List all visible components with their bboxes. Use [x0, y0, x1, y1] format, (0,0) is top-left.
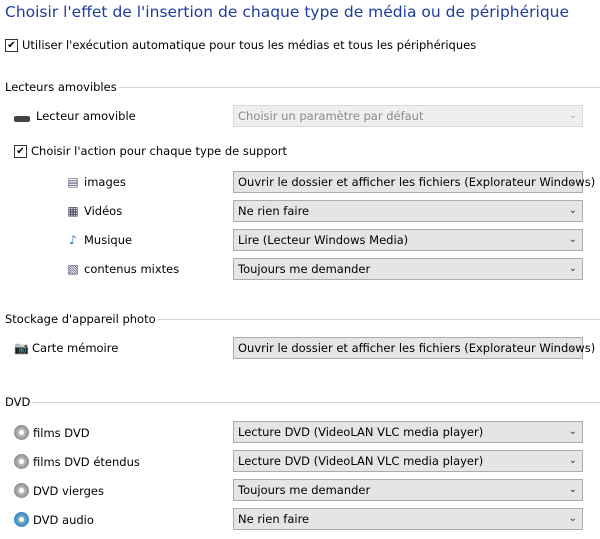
checkbox-checked-icon[interactable]: ✔ [14, 144, 27, 158]
select-value: Toujours me demander [238, 483, 371, 497]
chevron-down-icon: ⌄ [568, 176, 577, 187]
dvd-audio-icon [14, 512, 29, 527]
music-file-icon: ♪ [69, 233, 77, 247]
dvd-movie-icon [14, 454, 29, 469]
removable-drive-select[interactable]: Choisir un paramètre par défaut ⌄ [233, 105, 583, 127]
chevron-down-icon: ⌄ [568, 484, 577, 495]
section-removable: Lecteurs amovibles [5, 80, 600, 94]
media-label: Vidéos [84, 204, 123, 218]
video-file-icon: ▦ [67, 204, 79, 218]
media-label: films DVD étendus [33, 454, 140, 469]
media-label: images [84, 175, 126, 189]
dvd-movie-icon [14, 425, 29, 440]
media-label: films DVD [33, 425, 90, 440]
removable-drive-row: Lecteur amovible [14, 109, 136, 123]
divider [118, 86, 600, 88]
chevron-down-icon: ⌄ [568, 342, 577, 353]
memory-card-action-select[interactable]: Ouvrir le dossier et afficher les fichie… [233, 337, 595, 359]
select-value: Lire (Lecteur Windows Media) [238, 233, 409, 247]
images-action-select[interactable]: Ouvrir le dossier et afficher les fichie… [233, 171, 595, 193]
checkbox-checked-icon[interactable]: ✔ [5, 38, 18, 52]
usb-drive-icon [14, 116, 30, 122]
page-title: Choisir l'effet de l'insertion de chaque… [5, 3, 570, 21]
select-value: Ne rien faire [238, 512, 310, 526]
chevron-down-icon: ⌄ [568, 205, 577, 216]
dvd-blank-action-select[interactable]: Toujours me demander ⌄ [233, 479, 583, 501]
select-value: Choisir un paramètre par défaut [238, 109, 424, 123]
media-row-images: ▤ images [66, 175, 126, 189]
section-heading: Stockage d'appareil photo [5, 312, 156, 326]
dvd-row-films: films DVD [14, 425, 90, 440]
select-value: Lecture DVD (VideoLAN VLC media player) [238, 454, 484, 468]
dvd-films-action-select[interactable]: Lecture DVD (VideoLAN VLC media player) ⌄ [233, 421, 583, 443]
media-label: DVD vierges [33, 483, 104, 498]
videos-action-select[interactable]: Ne rien faire ⌄ [233, 200, 583, 222]
chevron-down-icon: ⌄ [568, 263, 577, 274]
image-file-icon: ▤ [67, 175, 79, 189]
section-heading: DVD [5, 395, 31, 409]
media-label: Carte mémoire [32, 341, 119, 355]
autoplay-checkbox[interactable]: ✔ Utiliser l'exécution automatique pour … [5, 38, 476, 52]
section-dvd: DVD [5, 395, 600, 409]
chevron-down-icon: ⌄ [568, 110, 577, 121]
media-row-videos: ▦ Vidéos [66, 204, 122, 218]
chevron-down-icon: ⌄ [568, 426, 577, 437]
dvd-row-audio: DVD audio [14, 512, 94, 527]
chevron-down-icon: ⌄ [568, 513, 577, 524]
dvd-audio-action-select[interactable]: Ne rien faire ⌄ [233, 508, 583, 530]
dvd-row-enhanced: films DVD étendus [14, 454, 140, 469]
per-type-checkbox[interactable]: ✔ Choisir l'action pour chaque type de s… [14, 144, 287, 158]
mixed-action-select[interactable]: Toujours me demander ⌄ [233, 258, 583, 280]
media-label: Musique [84, 233, 133, 247]
divider [157, 318, 600, 320]
select-value: Ne rien faire [238, 204, 310, 218]
memory-card-row: 📷 Carte mémoire [14, 341, 118, 355]
blank-dvd-icon [14, 483, 29, 498]
media-row-mixed: ▧ contenus mixtes [66, 262, 179, 276]
music-action-select[interactable]: Lire (Lecteur Windows Media) ⌄ [233, 229, 583, 251]
chevron-down-icon: ⌄ [568, 234, 577, 245]
divider [32, 401, 600, 403]
select-value: Lecture DVD (VideoLAN VLC media player) [238, 425, 484, 439]
media-label: DVD audio [33, 512, 94, 527]
dvd-row-blank: DVD vierges [14, 483, 104, 498]
mixed-content-icon: ▧ [67, 262, 79, 276]
select-value: Ouvrir le dossier et afficher les fichie… [238, 175, 596, 189]
per-type-label: Choisir l'action pour chaque type de sup… [31, 144, 288, 158]
chevron-down-icon: ⌄ [568, 455, 577, 466]
removable-drive-label: Lecteur amovible [36, 109, 136, 123]
autoplay-label: Utiliser l'exécution automatique pour to… [22, 38, 477, 52]
dvd-enhanced-action-select[interactable]: Lecture DVD (VideoLAN VLC media player) ⌄ [233, 450, 583, 472]
media-row-music: ♪ Musique [66, 233, 132, 247]
camera-icon: 📷 [14, 341, 29, 355]
media-label: contenus mixtes [84, 262, 180, 276]
select-value: Ouvrir le dossier et afficher les fichie… [238, 341, 596, 355]
select-value: Toujours me demander [238, 262, 371, 276]
section-heading: Lecteurs amovibles [5, 80, 117, 94]
section-camera: Stockage d'appareil photo [5, 312, 600, 326]
